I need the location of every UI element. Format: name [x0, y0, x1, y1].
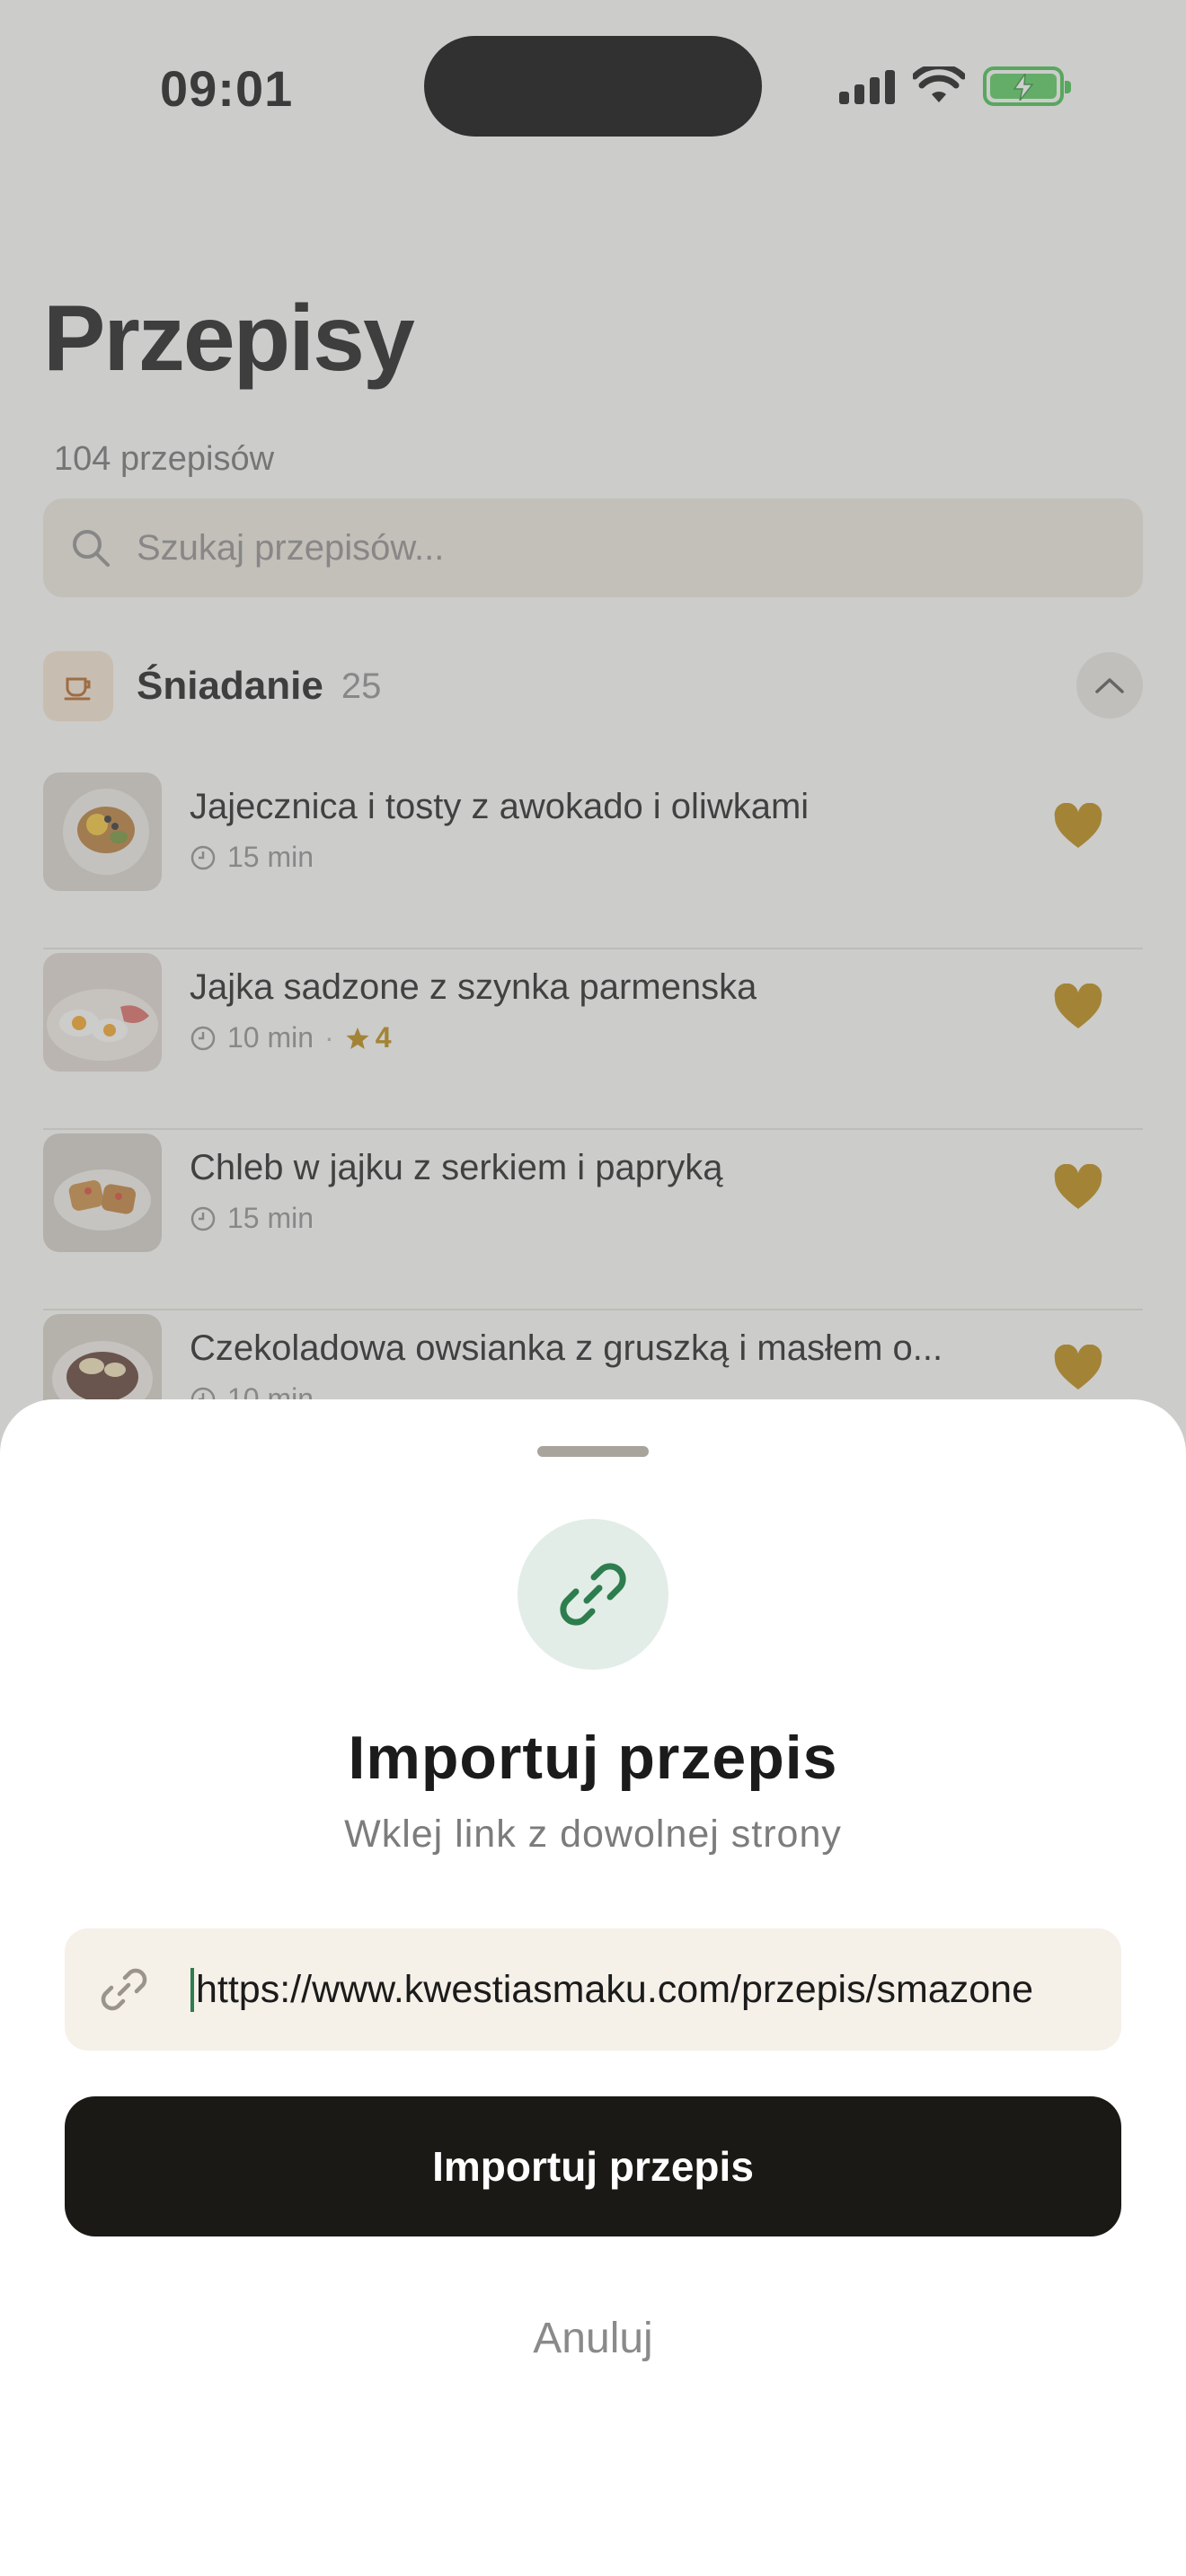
screen: 09:01 Przepisy 104 przepisów Szukaj prze…: [0, 0, 1186, 2576]
sheet-subtitle: Wklej link z dowolnej strony: [344, 1813, 842, 1856]
sheet-grabber[interactable]: [537, 1446, 649, 1457]
link-badge: [518, 1519, 668, 1670]
sheet-title: Importuj przepis: [348, 1724, 838, 1792]
url-field[interactable]: [65, 1928, 1121, 2051]
import-recipe-sheet: Importuj przepis Wklej link z dowolnej s…: [0, 1399, 1186, 2576]
import-button[interactable]: Importuj przepis: [65, 2096, 1121, 2236]
link-icon: [101, 1968, 147, 2011]
cancel-button[interactable]: Anuluj: [413, 2289, 773, 2387]
url-input[interactable]: [190, 1967, 1080, 2012]
link-icon: [560, 1563, 626, 1626]
